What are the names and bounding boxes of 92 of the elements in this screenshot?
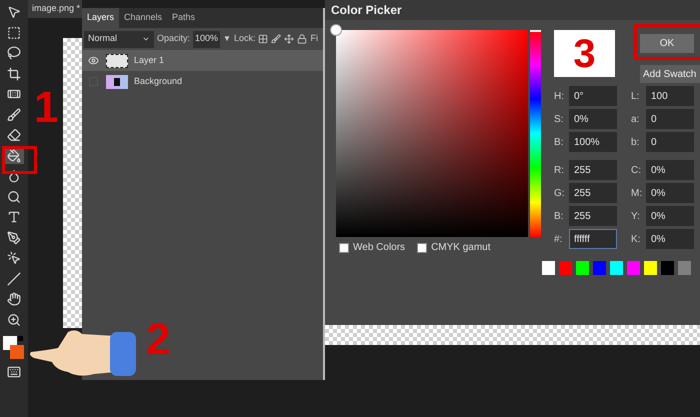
color-swatch[interactable]	[576, 261, 589, 275]
pen-tool-icon[interactable]	[7, 230, 21, 244]
keyboard-icon[interactable]	[7, 364, 21, 378]
field-label: R:	[554, 164, 565, 178]
value-field[interactable]: 0°	[569, 86, 617, 106]
layer-name[interactable]: Layer 1	[134, 54, 164, 68]
lasso-tool-icon[interactable]	[7, 46, 21, 60]
layer-row[interactable]: Background	[82, 71, 323, 92]
field-label: S:	[554, 112, 564, 126]
checkbox[interactable]	[339, 242, 349, 252]
panel-tab[interactable]: Layers	[82, 8, 120, 28]
line-tool-icon[interactable]	[7, 272, 21, 286]
field-label: B:	[554, 136, 564, 150]
marquee-tool-icon[interactable]	[7, 26, 21, 40]
value-field[interactable]: 0	[646, 132, 694, 152]
value-field[interactable]: 100	[646, 86, 694, 106]
checkbox[interactable]	[417, 242, 428, 252]
zoom-tool-icon[interactable]	[7, 312, 21, 326]
selection-tool-icon[interactable]	[7, 251, 21, 265]
step-number: 3	[573, 34, 596, 74]
value-field[interactable]: 0%	[646, 183, 694, 203]
magnifier-tool-icon[interactable]	[7, 190, 21, 204]
layer-row[interactable]: Layer 1	[82, 50, 323, 71]
field-label: Y:	[631, 210, 641, 224]
fill-label: Fi	[310, 32, 318, 46]
saturation-brightness-field[interactable]	[336, 30, 528, 237]
color-handle[interactable]	[330, 24, 342, 36]
color-swatch[interactable]	[542, 261, 555, 275]
ok-button[interactable]: OK	[640, 34, 694, 53]
bandage-tool-icon[interactable]	[7, 87, 21, 101]
field-label: M:	[631, 186, 644, 200]
layer-thumbnail	[106, 54, 128, 68]
lock-label: Lock:	[234, 32, 256, 46]
color-swatch[interactable]	[644, 261, 657, 275]
color-swatch[interactable]	[678, 261, 691, 275]
field-label: C:	[631, 164, 642, 178]
opacity-label: Opacity:	[157, 32, 190, 46]
lock-paint-icon[interactable]	[271, 34, 282, 44]
color-swatch[interactable]	[661, 261, 674, 275]
value-field[interactable]: 0%	[646, 206, 694, 226]
document-tab[interactable]: image.png *	[28, 0, 82, 18]
hand-tool-icon[interactable]	[7, 292, 21, 306]
hue-marker[interactable]	[530, 30, 541, 32]
field-label: L:	[631, 90, 640, 104]
color-swatch[interactable]	[627, 261, 640, 275]
step-number: 1	[34, 86, 58, 130]
value-field[interactable]: 255	[569, 183, 617, 203]
field-label: b:	[631, 136, 640, 150]
value-field[interactable]: 0%	[646, 160, 694, 180]
move-tool-icon[interactable]	[7, 5, 21, 19]
panel-tab[interactable]: Channels	[119, 8, 168, 28]
value-field[interactable]: 0%	[646, 229, 694, 249]
layer-name[interactable]: Background	[134, 74, 182, 88]
highlight-frame	[2, 146, 37, 174]
value-field[interactable]: 0	[646, 109, 694, 129]
eye-icon[interactable]	[88, 55, 98, 66]
value-field[interactable]: 255	[569, 206, 617, 226]
hue-slider[interactable]	[530, 30, 541, 237]
dialog-title: Color Picker	[325, 0, 700, 20]
value-field[interactable]: 255	[569, 160, 617, 180]
field-label: H:	[554, 90, 565, 104]
lock-icon[interactable]	[297, 34, 308, 44]
brush-tool-icon[interactable]	[7, 108, 21, 122]
field-label: K:	[631, 232, 642, 246]
field-label: G:	[554, 186, 566, 200]
lock-position-icon[interactable]	[284, 34, 294, 44]
field-label: B:	[554, 210, 564, 224]
step-number: 2	[146, 318, 170, 362]
add-swatch-button[interactable]: Add Swatch	[640, 65, 700, 83]
checkbox-label: Web Colors	[353, 241, 406, 255]
color-swatch[interactable]	[593, 261, 606, 275]
field-label: a:	[631, 112, 640, 126]
checkbox-label: CMYK gamut	[431, 241, 491, 255]
panel-tab[interactable]: Paths	[167, 8, 200, 28]
eraser-tool-icon[interactable]	[7, 128, 21, 142]
field-label: #:	[554, 232, 564, 246]
paint-bucket-tool-icon[interactable]	[7, 148, 21, 162]
value-field[interactable]: 100%	[569, 132, 617, 152]
value-field[interactable]: 0%	[569, 109, 617, 129]
color-swatch[interactable]	[610, 261, 623, 275]
value-field[interactable]: ffffff	[569, 229, 617, 249]
opacity-field[interactable]: 100%	[193, 30, 220, 48]
blend-mode-dropdown[interactable]: Normal	[84, 30, 154, 48]
lock-pixels-icon[interactable]	[258, 34, 268, 44]
color-swatch[interactable]	[559, 261, 572, 275]
color-swatches-icon[interactable]	[3, 336, 25, 360]
caret-icon	[142, 35, 150, 43]
text-tool-icon[interactable]	[7, 210, 21, 224]
droplet-tool-icon[interactable]	[7, 169, 21, 183]
opacity-arrow[interactable]: ▼	[223, 33, 231, 45]
crop-tool-icon[interactable]	[7, 66, 21, 80]
layer-thumbnail	[106, 74, 128, 88]
